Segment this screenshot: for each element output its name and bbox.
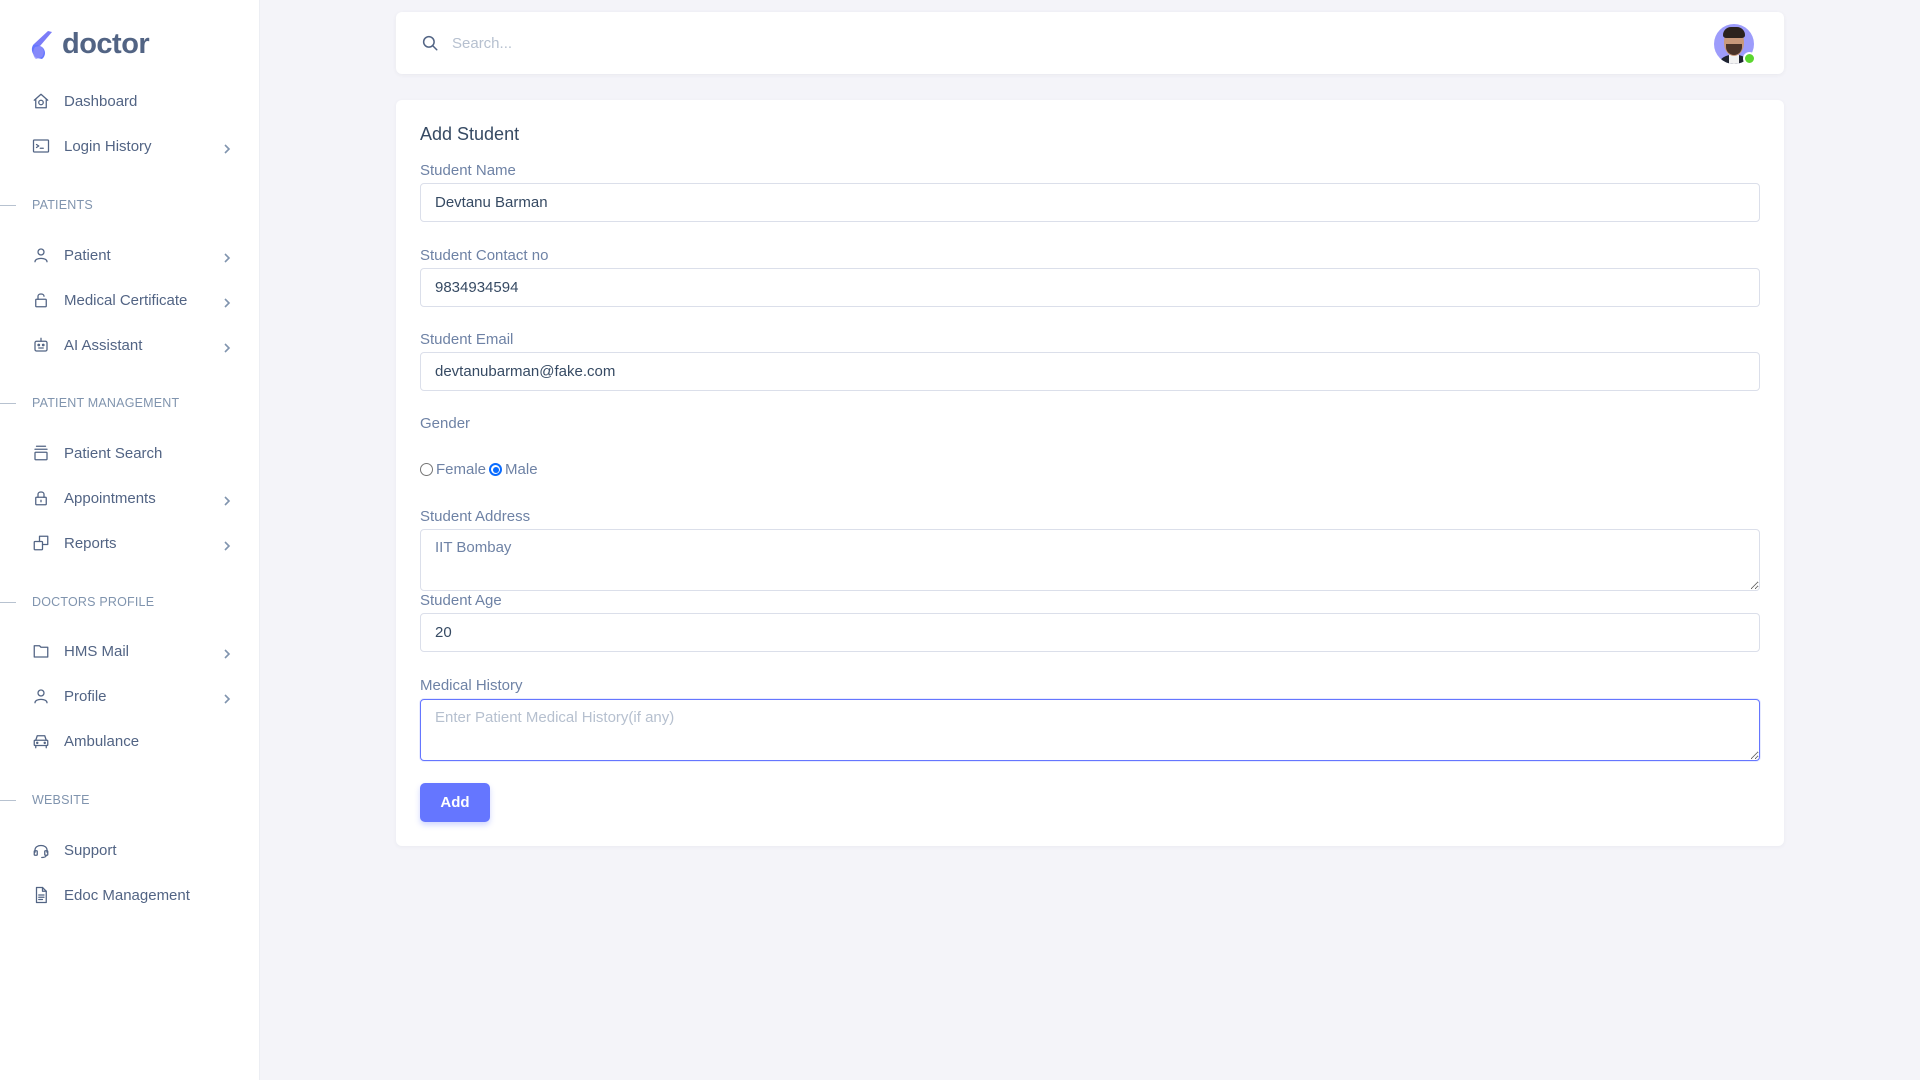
student-age-label: Student Age: [420, 592, 502, 609]
sidebar-item-label: Support: [64, 841, 117, 859]
sidebar-item-dashboard[interactable]: Dashboard: [32, 86, 232, 116]
car-icon: [32, 732, 50, 750]
chevron-right-icon: [222, 250, 232, 263]
sidebar-item-label: Patient: [64, 246, 111, 264]
gender-radio-female[interactable]: [420, 463, 433, 476]
student-contact-label: Student Contact no: [420, 247, 549, 264]
section-heading-patient-management: PATIENT MANAGEMENT: [32, 396, 180, 410]
section-divider: [0, 403, 16, 404]
section-divider: [0, 800, 16, 801]
terminal-icon: [32, 137, 50, 155]
student-email-input[interactable]: [420, 352, 1760, 391]
section-divider: [0, 205, 16, 206]
student-contact-input[interactable]: [420, 268, 1760, 307]
sidebar-item-ambulance[interactable]: Ambulance: [32, 726, 232, 756]
avatar-collar: [1729, 55, 1739, 64]
search-icon[interactable]: [421, 34, 439, 52]
form-title: Add Student: [420, 124, 520, 144]
gender-radio-group: Female Male: [420, 461, 541, 478]
sidebar: doctor Dashboard Login History PATIENTS …: [0, 0, 260, 1080]
sidebar-item-patient[interactable]: Patient: [32, 240, 232, 270]
student-name-input[interactable]: [420, 183, 1760, 222]
chevron-right-icon: [222, 646, 232, 659]
chevron-right-icon: [222, 538, 232, 551]
tray-icon: [32, 444, 50, 462]
medical-history-label: Medical History: [420, 677, 523, 694]
sidebar-item-label: Profile: [64, 687, 107, 705]
sidebar-item-login-history[interactable]: Login History: [32, 131, 232, 161]
sidebar-item-label: Appointments: [64, 489, 156, 507]
avatar-hair: [1723, 27, 1745, 38]
student-age-input[interactable]: [420, 613, 1760, 652]
sidebar-item-profile[interactable]: Profile: [32, 681, 232, 711]
folder-icon: [32, 642, 50, 660]
lock-icon: [32, 489, 50, 507]
gender-option-label[interactable]: Female: [436, 461, 486, 478]
add-student-card: Add Student Student Name Student Contact…: [396, 100, 1784, 846]
section-heading-patients: PATIENTS: [32, 198, 93, 212]
sidebar-item-appointments[interactable]: Appointments: [32, 483, 232, 513]
gender-radio-male[interactable]: [489, 463, 503, 476]
brand-name: doctor: [62, 28, 150, 60]
sidebar-item-medical-certificate[interactable]: Medical Certificate: [32, 285, 232, 315]
sidebar-item-patient-search[interactable]: Patient Search: [32, 438, 232, 468]
sidebar-item-label: HMS Mail: [64, 642, 130, 660]
chevron-right-icon: [222, 141, 232, 154]
sidebar-item-hms-mail[interactable]: HMS Mail: [32, 636, 232, 666]
document-icon: [32, 886, 50, 904]
section-heading-doctors-profile: DOCTORS PROFILE: [32, 595, 155, 609]
sidebar-item-label: Medical Certificate: [64, 291, 188, 309]
chevron-right-icon: [222, 340, 232, 353]
chevron-right-icon: [222, 295, 232, 308]
headphones-icon: [32, 841, 50, 859]
user-icon: [32, 687, 50, 705]
chevron-right-icon: [222, 691, 232, 704]
lock-open-icon: [32, 291, 50, 309]
student-name-label: Student Name: [420, 162, 516, 179]
student-address-textarea[interactable]: IIT Bombay: [420, 529, 1760, 591]
sidebar-item-label: Patient Search: [64, 444, 163, 462]
robot-icon: [32, 336, 50, 354]
sidebar-item-label: Edoc Management: [64, 886, 190, 904]
student-address-label: Student Address: [420, 508, 531, 525]
sidebar-item-label: Dashboard: [64, 92, 138, 110]
add-button[interactable]: Add: [420, 783, 490, 822]
sidebar-item-support[interactable]: Support: [32, 835, 232, 865]
sidebar-item-edoc-management[interactable]: Edoc Management: [32, 880, 232, 910]
sidebar-item-label: Login History: [64, 137, 152, 155]
home-icon: [32, 92, 50, 110]
gender-label: Gender: [420, 415, 471, 432]
online-status-indicator: [1743, 52, 1756, 65]
top-header: [396, 12, 1784, 74]
search-input[interactable]: [448, 26, 658, 60]
section-divider: [0, 602, 16, 603]
sidebar-item-ai-assistant[interactable]: AI Assistant: [32, 330, 232, 360]
brand-logo[interactable]: doctor: [30, 28, 150, 61]
section-heading-website: WEBSITE: [32, 793, 90, 807]
user-icon: [32, 246, 50, 264]
logo-mark-icon: [31, 30, 52, 59]
sidebar-item-label: Reports: [64, 534, 117, 552]
sidebar-item-reports[interactable]: Reports: [32, 528, 232, 558]
sidebar-item-label: Ambulance: [64, 732, 140, 750]
student-email-label: Student Email: [420, 331, 514, 348]
chevron-right-icon: [222, 493, 232, 506]
sidebar-item-label: AI Assistant: [64, 336, 143, 354]
copy-icon: [32, 534, 50, 552]
gender-option-label[interactable]: Male: [505, 461, 538, 478]
medical-history-textarea[interactable]: [420, 699, 1760, 761]
